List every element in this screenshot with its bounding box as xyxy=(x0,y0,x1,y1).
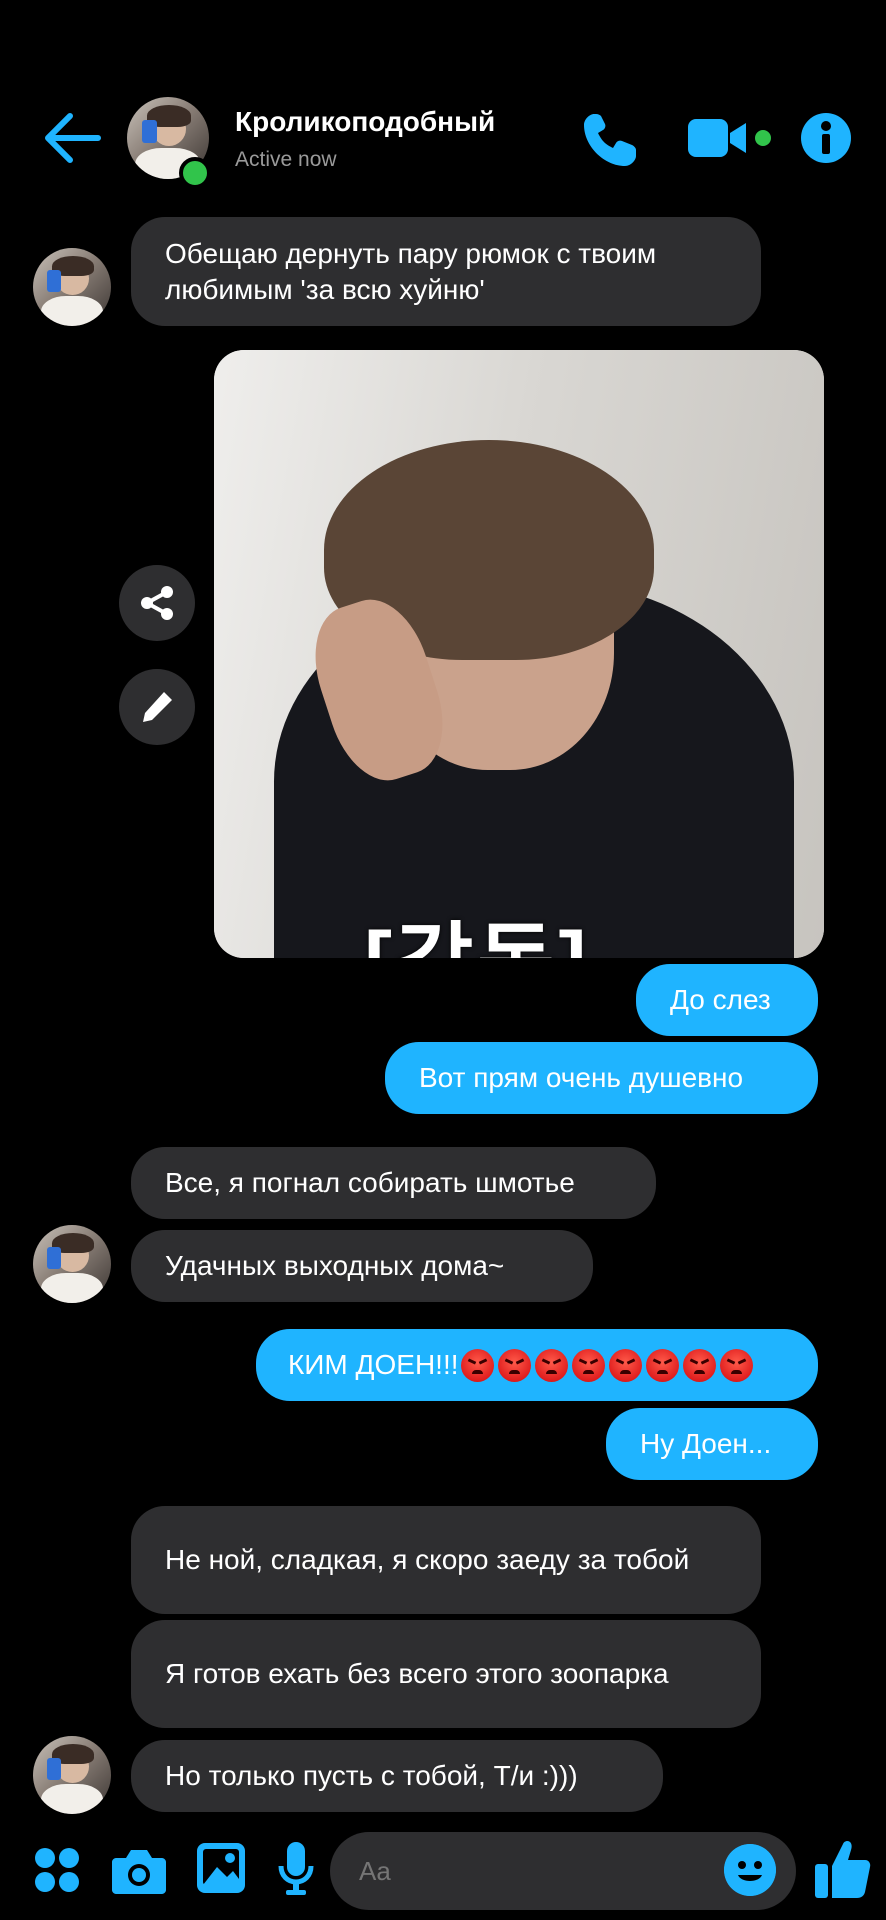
message-text: Я готов ехать без всего этого зоопарка xyxy=(165,1658,669,1689)
sender-avatar[interactable] xyxy=(33,1225,111,1303)
message-outgoing[interactable]: Ну Доен... xyxy=(606,1408,818,1480)
edit-button[interactable] xyxy=(119,669,195,745)
angry-face-icon xyxy=(534,1348,568,1382)
message-incoming[interactable]: Все, я погнал собирать шмотье xyxy=(131,1147,656,1219)
angry-emoji-row xyxy=(460,1348,753,1382)
info-icon[interactable] xyxy=(800,112,852,164)
message-text: Удачных выходных дома~ xyxy=(165,1250,505,1281)
shared-photo[interactable]: [감동] xyxy=(214,350,824,958)
gallery-icon[interactable] xyxy=(197,1843,245,1893)
online-indicator xyxy=(179,157,211,189)
message-text: Ну Доен... xyxy=(640,1428,772,1459)
message-outgoing[interactable]: Вот прям очень душевно xyxy=(385,1042,818,1114)
angry-face-icon xyxy=(608,1348,642,1382)
message-outgoing[interactable]: До слез xyxy=(636,964,818,1036)
contact-status: Active now xyxy=(235,148,337,171)
angry-face-icon xyxy=(682,1348,716,1382)
phone-icon[interactable] xyxy=(580,110,640,170)
message-outgoing[interactable]: КИМ ДОЕН!!! xyxy=(256,1329,818,1401)
angry-face-icon xyxy=(719,1348,753,1382)
share-button[interactable] xyxy=(119,565,195,641)
angry-face-icon xyxy=(645,1348,679,1382)
apps-icon[interactable] xyxy=(33,1846,81,1894)
photo-caption: [감동] xyxy=(364,895,591,958)
emoji-icon[interactable] xyxy=(724,1844,776,1896)
share-icon xyxy=(141,586,173,620)
microphone-icon[interactable] xyxy=(278,1842,314,1896)
sender-avatar[interactable] xyxy=(33,248,111,326)
contact-name[interactable]: Кроликоподобный xyxy=(235,106,495,138)
message-incoming[interactable]: Не ной, сладкая, я скоро заеду за тобой xyxy=(131,1506,761,1614)
message-incoming[interactable]: Но только пусть с тобой, Т/и :))) xyxy=(131,1740,663,1812)
message-text: Все, я погнал собирать шмотье xyxy=(165,1167,575,1198)
angry-face-icon xyxy=(571,1348,605,1382)
camera-icon[interactable] xyxy=(112,1846,166,1894)
video-camera-icon[interactable] xyxy=(688,115,748,161)
thumbs-up-icon[interactable] xyxy=(815,1838,871,1900)
message-text: До слез xyxy=(670,984,771,1015)
message-text: Но только пусть с тобой, Т/и :))) xyxy=(165,1760,578,1791)
angry-face-icon xyxy=(497,1348,531,1382)
message-incoming[interactable]: Я готов ехать без всего этого зоопарка xyxy=(131,1620,761,1728)
message-text: Вот прям очень душевно xyxy=(419,1062,744,1093)
message-input[interactable] xyxy=(357,1852,701,1890)
message-text: Обещаю дернуть пару рюмок с твоим любимы… xyxy=(165,237,657,305)
message-incoming[interactable]: Удачных выходных дома~ xyxy=(131,1230,593,1302)
pencil-icon xyxy=(143,692,172,722)
message-incoming[interactable]: Обещаю дернуть пару рюмок с твоим любимы… xyxy=(131,217,761,326)
sender-avatar[interactable] xyxy=(33,1736,111,1814)
message-text: Не ной, сладкая, я скоро заеду за тобой xyxy=(165,1544,690,1575)
video-active-dot xyxy=(755,130,771,146)
message-text: КИМ ДОЕН!!! xyxy=(288,1349,459,1380)
angry-face-icon xyxy=(460,1348,494,1382)
back-arrow-icon[interactable] xyxy=(40,112,102,164)
